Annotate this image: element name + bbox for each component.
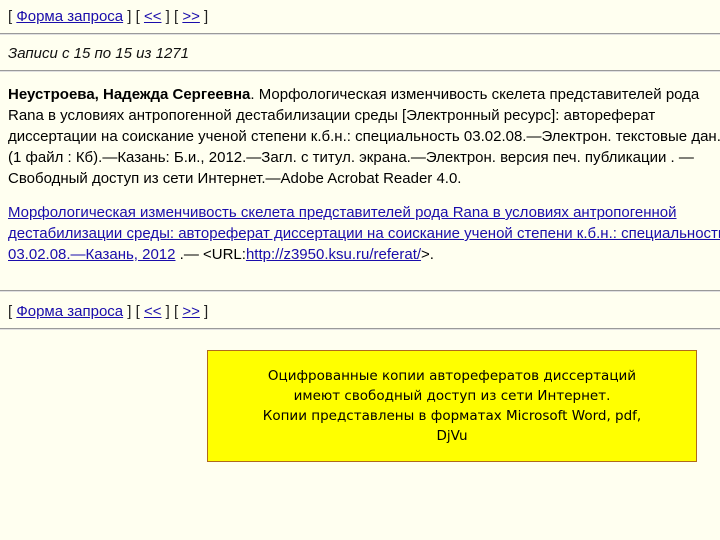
record-line: Свободный доступ из сети Интернет.—Adobe… bbox=[8, 170, 462, 187]
notice-line: имеют свободный доступ из сети Интернет. bbox=[293, 388, 611, 404]
notice-line: DjVu bbox=[436, 428, 468, 444]
form-request-link[interactable]: Форма запроса bbox=[16, 303, 123, 320]
record-link-block: Морфологическая изменчивость скелета пре… bbox=[8, 202, 720, 265]
prev-page-link[interactable]: << bbox=[144, 8, 162, 25]
record-line: Rana в условиях антропогенной дестабилиз… bbox=[8, 107, 656, 124]
notice-line: Оцифрованные копии авторефератов диссерт… bbox=[267, 368, 637, 384]
referat-url-link[interactable]: http://z3950.ksu.ru/referat/ bbox=[246, 246, 421, 263]
record-line: Неустроева, Надежда Сергеевна. Морфологи… bbox=[8, 84, 720, 105]
record-title-link[interactable]: Морфологическая изменчивость скелета пре… bbox=[8, 204, 677, 221]
link-line: дестабилизации среды: автореферат диссер… bbox=[8, 223, 720, 244]
nav-bracket: ] bbox=[199, 8, 209, 25]
divider bbox=[0, 70, 720, 72]
next-page-link[interactable]: >> bbox=[182, 303, 200, 320]
url-prefix: .— <URL: bbox=[175, 246, 246, 263]
divider bbox=[0, 328, 720, 330]
record-title-link[interactable]: дестабилизации среды: автореферат диссер… bbox=[8, 225, 720, 242]
top-nav: [ Форма запроса ] [ << ] [ >> ] bbox=[8, 8, 208, 25]
url-suffix: >. bbox=[421, 246, 434, 263]
divider bbox=[0, 290, 720, 292]
link-line: 03.02.08.—Казань, 2012 .— <URL:http://z3… bbox=[8, 244, 720, 265]
nav-separator: ] [ bbox=[161, 303, 183, 320]
record-line: (1 файл : Кб).—Казань: Б.и., 2012.—Загл.… bbox=[8, 149, 694, 166]
nav-separator: ] [ bbox=[123, 303, 144, 320]
divider bbox=[0, 33, 720, 35]
notice-box: Оцифрованные копии авторефератов диссерт… bbox=[207, 350, 697, 462]
nav-bracket: ] bbox=[199, 303, 209, 320]
record-line: диссертации на соискание ученой степени … bbox=[8, 128, 720, 145]
record-title-link[interactable]: 03.02.08.—Казань, 2012 bbox=[8, 246, 176, 263]
record-author: Неустроева, Надежда Сергеевна bbox=[8, 86, 251, 103]
form-request-link[interactable]: Форма запроса bbox=[16, 8, 123, 25]
prev-page-link[interactable]: << bbox=[144, 303, 162, 320]
notice-line: Копии представлены в форматах Microsoft … bbox=[262, 408, 642, 424]
bottom-nav: [ Форма запроса ] [ << ] [ >> ] bbox=[8, 303, 208, 320]
next-page-link[interactable]: >> bbox=[182, 8, 200, 25]
record-text: . Морфологическая изменчивость скелета п… bbox=[250, 86, 700, 103]
nav-separator: ] [ bbox=[123, 8, 144, 25]
nav-separator: ] [ bbox=[161, 8, 183, 25]
bibliographic-record: Неустроева, Надежда Сергеевна. Морфологи… bbox=[8, 84, 720, 189]
link-line: Морфологическая изменчивость скелета пре… bbox=[8, 202, 720, 223]
records-count: Записи с 15 по 15 из 1271 bbox=[8, 45, 189, 62]
